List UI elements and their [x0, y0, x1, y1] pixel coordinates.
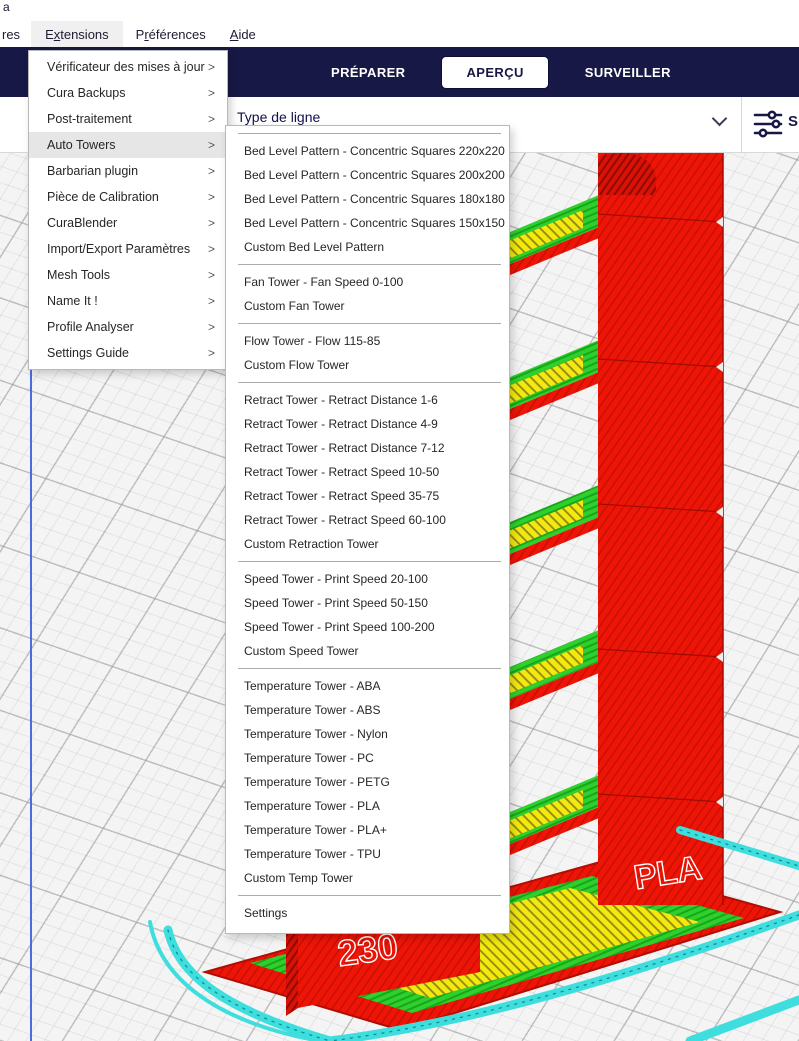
settings-panel-fragment: S [788, 113, 799, 130]
menu-item-post-processing[interactable]: Post-traitement > [29, 106, 227, 132]
submenu-item-speed-tower-100-200[interactable]: Speed Tower - Print Speed 100-200 [226, 615, 509, 639]
submenu-item-custom-flow-tower[interactable]: Custom Flow Tower [226, 353, 509, 377]
submenu-item-speed-tower-20-100[interactable]: Speed Tower - Print Speed 20-100 [226, 567, 509, 591]
menu-separator [238, 133, 501, 134]
menu-separator [238, 323, 501, 324]
tab-prepare[interactable]: PRÉPARER [331, 65, 405, 80]
submenu-item-temp-tower-pc[interactable]: Temperature Tower - PC [226, 746, 509, 770]
menu-item-update-checker[interactable]: Vérificateur des mises à jour > [29, 54, 227, 80]
submenu-arrow-icon: > [207, 294, 215, 308]
line-type-label: Type de ligne [237, 109, 321, 125]
menu-item-cura-backups[interactable]: Cura Backups > [29, 80, 227, 106]
menu-item-aide[interactable]: Aide [229, 21, 257, 47]
submenu-item-custom-bed-level[interactable]: Custom Bed Level Pattern [226, 235, 509, 259]
submenu-item-speed-tower-50-150[interactable]: Speed Tower - Print Speed 50-150 [226, 591, 509, 615]
submenu-item-temp-tower-nylon[interactable]: Temperature Tower - Nylon [226, 722, 509, 746]
submenu-arrow-icon: > [207, 164, 215, 178]
menu-item-curablender[interactable]: CuraBlender > [29, 210, 227, 236]
toolbar-divider [741, 97, 742, 152]
submenu-arrow-icon: > [207, 138, 215, 152]
submenu-item-retract-distance-4-9[interactable]: Retract Tower - Retract Distance 4-9 [226, 412, 509, 436]
submenu-arrow-icon: > [207, 190, 215, 204]
menu-item-settings-guide[interactable]: Settings Guide > [29, 340, 227, 366]
menu-separator [238, 264, 501, 265]
menu-item-mesh-tools[interactable]: Mesh Tools > [29, 262, 227, 288]
menu-item-barbarian-plugin[interactable]: Barbarian plugin > [29, 158, 227, 184]
submenu-item-bed-level-150[interactable]: Bed Level Pattern - Concentric Squares 1… [226, 211, 509, 235]
menu-separator [238, 895, 501, 896]
submenu-item-retract-speed-10-50[interactable]: Retract Tower - Retract Speed 10-50 [226, 460, 509, 484]
window-title-fragment: a [3, 0, 10, 14]
submenu-arrow-icon: > [207, 242, 215, 256]
submenu-item-custom-speed-tower[interactable]: Custom Speed Tower [226, 639, 509, 663]
submenu-item-custom-temp-tower[interactable]: Custom Temp Tower [226, 866, 509, 890]
menu-separator [238, 561, 501, 562]
auto-towers-submenu: Bed Level Pattern - Concentric Squares 2… [225, 125, 510, 934]
submenu-item-temp-tower-aba[interactable]: Temperature Tower - ABA [226, 674, 509, 698]
submenu-item-bed-level-180[interactable]: Bed Level Pattern - Concentric Squares 1… [226, 187, 509, 211]
submenu-item-temp-tower-petg[interactable]: Temperature Tower - PETG [226, 770, 509, 794]
submenu-arrow-icon: > [207, 86, 215, 100]
tab-monitor[interactable]: SURVEILLER [585, 65, 671, 80]
tab-preview[interactable]: APERÇU [441, 55, 549, 89]
submenu-item-settings[interactable]: Settings [226, 901, 509, 925]
submenu-item-custom-retraction-tower[interactable]: Custom Retraction Tower [226, 532, 509, 556]
menubar: a res Ex tensions Pr éférences Aide [0, 0, 799, 47]
submenu-arrow-icon: > [207, 268, 215, 282]
submenu-item-bed-level-220[interactable]: Bed Level Pattern - Concentric Squares 2… [226, 139, 509, 163]
submenu-item-custom-fan-tower[interactable]: Custom Fan Tower [226, 294, 509, 318]
submenu-item-temp-tower-pla-plus[interactable]: Temperature Tower - PLA+ [226, 818, 509, 842]
menu-item-preferences[interactable]: Pr éférences [135, 21, 207, 47]
menu-item-import-export[interactable]: Import/Export Paramètres > [29, 236, 227, 262]
submenu-arrow-icon: > [207, 112, 215, 126]
submenu-item-temp-tower-abs[interactable]: Temperature Tower - ABS [226, 698, 509, 722]
sliders-icon[interactable] [752, 108, 784, 140]
submenu-item-retract-distance-1-6[interactable]: Retract Tower - Retract Distance 1-6 [226, 388, 509, 412]
submenu-item-temp-tower-tpu[interactable]: Temperature Tower - TPU [226, 842, 509, 866]
submenu-item-temp-tower-pla[interactable]: Temperature Tower - PLA [226, 794, 509, 818]
submenu-item-retract-distance-7-12[interactable]: Retract Tower - Retract Distance 7-12 [226, 436, 509, 460]
submenu-item-retract-speed-60-100[interactable]: Retract Tower - Retract Speed 60-100 [226, 508, 509, 532]
submenu-arrow-icon: > [207, 346, 215, 360]
menu-separator [238, 668, 501, 669]
submenu-item-retract-speed-35-75[interactable]: Retract Tower - Retract Speed 35-75 [226, 484, 509, 508]
tower-column [597, 153, 724, 905]
submenu-arrow-icon: > [207, 216, 215, 230]
submenu-item-bed-level-200[interactable]: Bed Level Pattern - Concentric Squares 2… [226, 163, 509, 187]
menu-item-auto-towers[interactable]: Auto Towers > [29, 132, 227, 158]
submenu-arrow-icon: > [207, 320, 215, 334]
menu-item-extensions[interactable]: Ex tensions [31, 21, 123, 47]
menu-separator [238, 382, 501, 383]
submenu-item-fan-tower[interactable]: Fan Tower - Fan Speed 0-100 [226, 270, 509, 294]
menu-item-calibration-part[interactable]: Pièce de Calibration > [29, 184, 227, 210]
chevron-down-icon [711, 110, 728, 127]
menu-item-profile-analyser[interactable]: Profile Analyser > [29, 314, 227, 340]
extensions-menu: Vérificateur des mises à jour > Cura Back… [28, 50, 228, 370]
menu-item-truncated[interactable]: res [0, 21, 22, 47]
menu-item-name-it[interactable]: Name It ! > [29, 288, 227, 314]
color-scheme-dropdown[interactable]: Type de ligne [237, 109, 320, 125]
stage-tabs: PRÉPARER APERÇU SURVEILLER [331, 47, 671, 97]
submenu-arrow-icon: > [207, 60, 215, 74]
submenu-item-flow-tower[interactable]: Flow Tower - Flow 115-85 [226, 329, 509, 353]
